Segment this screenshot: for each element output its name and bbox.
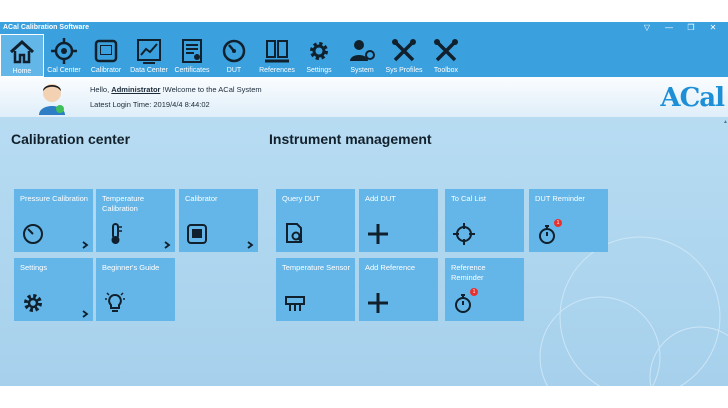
calibrator-icon: [187, 224, 207, 244]
lightbulb-icon: [105, 292, 125, 312]
certificate-icon: [182, 39, 202, 63]
vertical-scrollbar[interactable]: ▲: [723, 117, 728, 386]
tile-label: Temperature Calibration: [102, 194, 145, 213]
instrument-management-title: Instrument management: [269, 131, 432, 147]
references-icon: [265, 40, 289, 63]
gear-icon: [310, 42, 328, 60]
toolbar-toolbox[interactable]: Toolbox: [424, 34, 468, 77]
gauge-icon: [23, 224, 43, 244]
tile-query-dut[interactable]: Query DUT: [276, 189, 355, 252]
app-window: ACal Calibration Software ▽ — ❐ ✕ Home C…: [0, 22, 728, 386]
tile-beginners-guide[interactable]: Beginner's Guide: [96, 258, 175, 321]
last-login: Latest Login Time: 2019/4/4 8:44:02: [90, 100, 210, 109]
hello-suffix: !Welcome to the ACal System: [162, 85, 262, 94]
tile-label: Reference Reminder: [451, 263, 486, 282]
tile-label: Add Reference: [365, 263, 416, 272]
tile-label: Calibrator: [185, 194, 218, 203]
tile-add-dut[interactable]: Add DUT: [359, 189, 438, 252]
calibrator-icon: [94, 39, 118, 63]
home-icon: [9, 39, 35, 64]
crosshair-icon: [51, 38, 77, 64]
tile-label: DUT Reminder: [535, 194, 585, 203]
main-toolbar: Home Cal Center Calibrator Data Center C…: [0, 34, 728, 77]
notification-badge: 1: [470, 288, 478, 296]
user-settings-icon: [350, 40, 375, 61]
scroll-up-icon[interactable]: ▲: [723, 119, 728, 125]
title-bar: ACal Calibration Software ▽ — ❐ ✕: [0, 22, 728, 34]
thermometer-icon: [111, 223, 122, 244]
welcome-message: Hello, Administrator !Welcome to the ACa…: [90, 85, 262, 94]
avatar: [39, 84, 65, 115]
tile-add-reference[interactable]: Add Reference: [359, 258, 438, 321]
tile-calibrator[interactable]: Calibrator: [179, 189, 258, 252]
tile-temperature-calibration[interactable]: Temperature Calibration: [96, 189, 175, 252]
query-document-icon: [286, 223, 303, 243]
chevron-right-icon: [247, 241, 254, 249]
restore-button[interactable]: ❐: [680, 22, 702, 34]
tile-label: Add DUT: [365, 194, 396, 203]
tile-temperature-sensor[interactable]: Temperature Sensor: [276, 258, 355, 321]
tile-label: Beginner's Guide: [102, 263, 160, 272]
login-label: Latest Login Time:: [90, 100, 152, 109]
chart-icon: [137, 39, 161, 64]
gauge-icon: [222, 39, 246, 63]
plus-icon: [368, 293, 388, 313]
tile-pressure-calibration[interactable]: Pressure Calibration: [14, 189, 93, 252]
dropdown-window-button[interactable]: ▽: [636, 22, 658, 34]
tile-label: Temperature Sensor: [282, 263, 350, 272]
close-button[interactable]: ✕: [702, 22, 724, 34]
tile-label: Query DUT: [282, 194, 320, 203]
tile-label: To Cal List: [451, 194, 487, 203]
plus-icon: [368, 224, 388, 244]
gear-icon: [24, 294, 42, 312]
tile-reference-reminder[interactable]: Reference Reminder 1: [445, 258, 524, 321]
window-title: ACal Calibration Software: [3, 24, 89, 31]
toolbar-label: Toolbox: [433, 67, 459, 74]
user-name-link[interactable]: Administrator: [111, 85, 160, 94]
tile-dut-reminder[interactable]: DUT Reminder 1: [529, 189, 608, 252]
window-controls: ▽ — ❐ ✕: [636, 22, 724, 34]
brand-logo: ACal: [660, 83, 725, 113]
chevron-right-icon: [164, 241, 171, 249]
tile-settings[interactable]: Settings: [14, 258, 93, 321]
home-dashboard: Calibration center Instrument management…: [0, 117, 728, 386]
tools-icon: [392, 39, 416, 62]
minimize-button[interactable]: —: [658, 22, 680, 34]
hello-prefix: Hello,: [90, 85, 110, 94]
crosshair-icon: [453, 223, 475, 245]
tile-to-cal-list[interactable]: To Cal List: [445, 189, 524, 252]
chevron-right-icon: [82, 241, 89, 249]
calibration-center-title: Calibration center: [11, 131, 131, 147]
tile-label: Pressure Calibration: [20, 194, 88, 203]
tools-icon: [434, 39, 458, 62]
chevron-right-icon: [82, 310, 89, 318]
login-time: 2019/4/4 8:44:02: [153, 100, 210, 109]
sensor-icon: [285, 296, 305, 311]
welcome-banner: Hello, Administrator !Welcome to the ACa…: [0, 77, 728, 117]
tile-label: Settings: [20, 263, 48, 272]
notification-badge: 1: [554, 219, 562, 227]
